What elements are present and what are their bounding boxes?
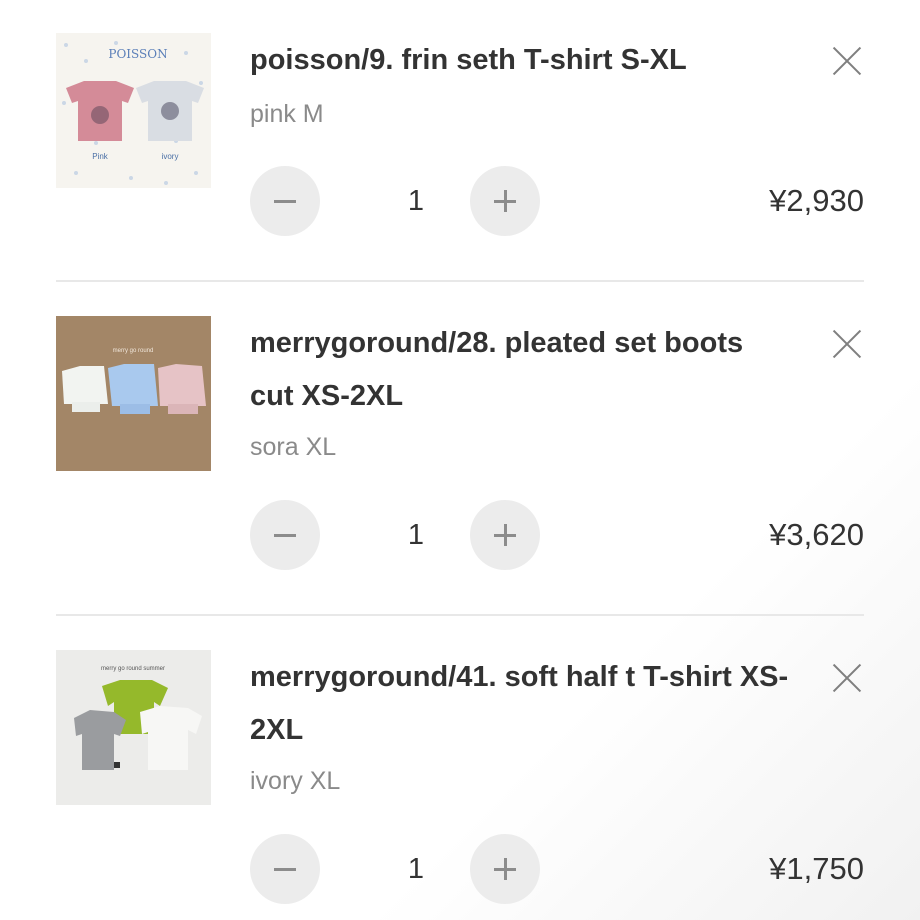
product-image: POISSON Pink ivory [56,33,211,188]
cart-item: merry go round summer merrygoround/41. s… [56,650,864,910]
cart-item: POISSON Pink ivory poisson/9. frin seth … [56,33,864,253]
product-thumbnail[interactable]: POISSON Pink ivory [56,33,211,188]
product-variant: ivory XL [250,767,341,795]
product-image: merry go round summer [56,650,211,805]
increase-quantity-button[interactable] [470,834,540,904]
cart-list: POISSON Pink ivory poisson/9. frin seth … [0,0,920,920]
decrease-quantity-button[interactable] [250,166,320,236]
decrease-quantity-button[interactable] [250,834,320,904]
product-variant: sora XL [250,433,337,461]
increase-quantity-button[interactable] [470,166,540,236]
product-thumbnail[interactable]: merry go round summer [56,650,211,805]
product-image: merry go round [56,316,211,471]
item-divider [56,280,864,282]
quantity-value: 1 [407,519,425,551]
remove-item-button[interactable] [830,327,864,361]
product-thumbnail[interactable]: merry go round [56,316,211,471]
item-price: ¥2,930 [769,183,864,218]
item-divider [56,614,864,616]
decrease-quantity-button[interactable] [250,500,320,570]
remove-item-button[interactable] [830,661,864,695]
minus-icon [274,534,296,537]
product-title[interactable]: merrygoround/41. soft half t T-shirt XS-… [250,651,790,757]
thumb-label-right: ivory [162,152,179,161]
thumb-brand: merry go round summer [101,666,165,672]
quantity-value: 1 [407,185,425,217]
product-title[interactable]: poisson/9. frin seth T-shirt S-XL [250,34,790,87]
cart-item: merry go round merrygoround/28. pleated … [56,316,864,576]
item-price: ¥1,750 [769,851,864,886]
quantity-value: 1 [407,853,425,885]
product-title[interactable]: merrygoround/28. pleated set boots cut X… [250,317,790,423]
thumb-brand: merry go round [113,348,154,354]
minus-icon [274,200,296,203]
minus-icon [274,868,296,871]
product-variant: pink M [250,100,324,128]
thumb-label-left: Pink [92,152,109,161]
increase-quantity-button[interactable] [470,500,540,570]
remove-item-button[interactable] [830,44,864,78]
thumb-brand: POISSON [108,47,167,61]
item-price: ¥3,620 [769,517,864,552]
